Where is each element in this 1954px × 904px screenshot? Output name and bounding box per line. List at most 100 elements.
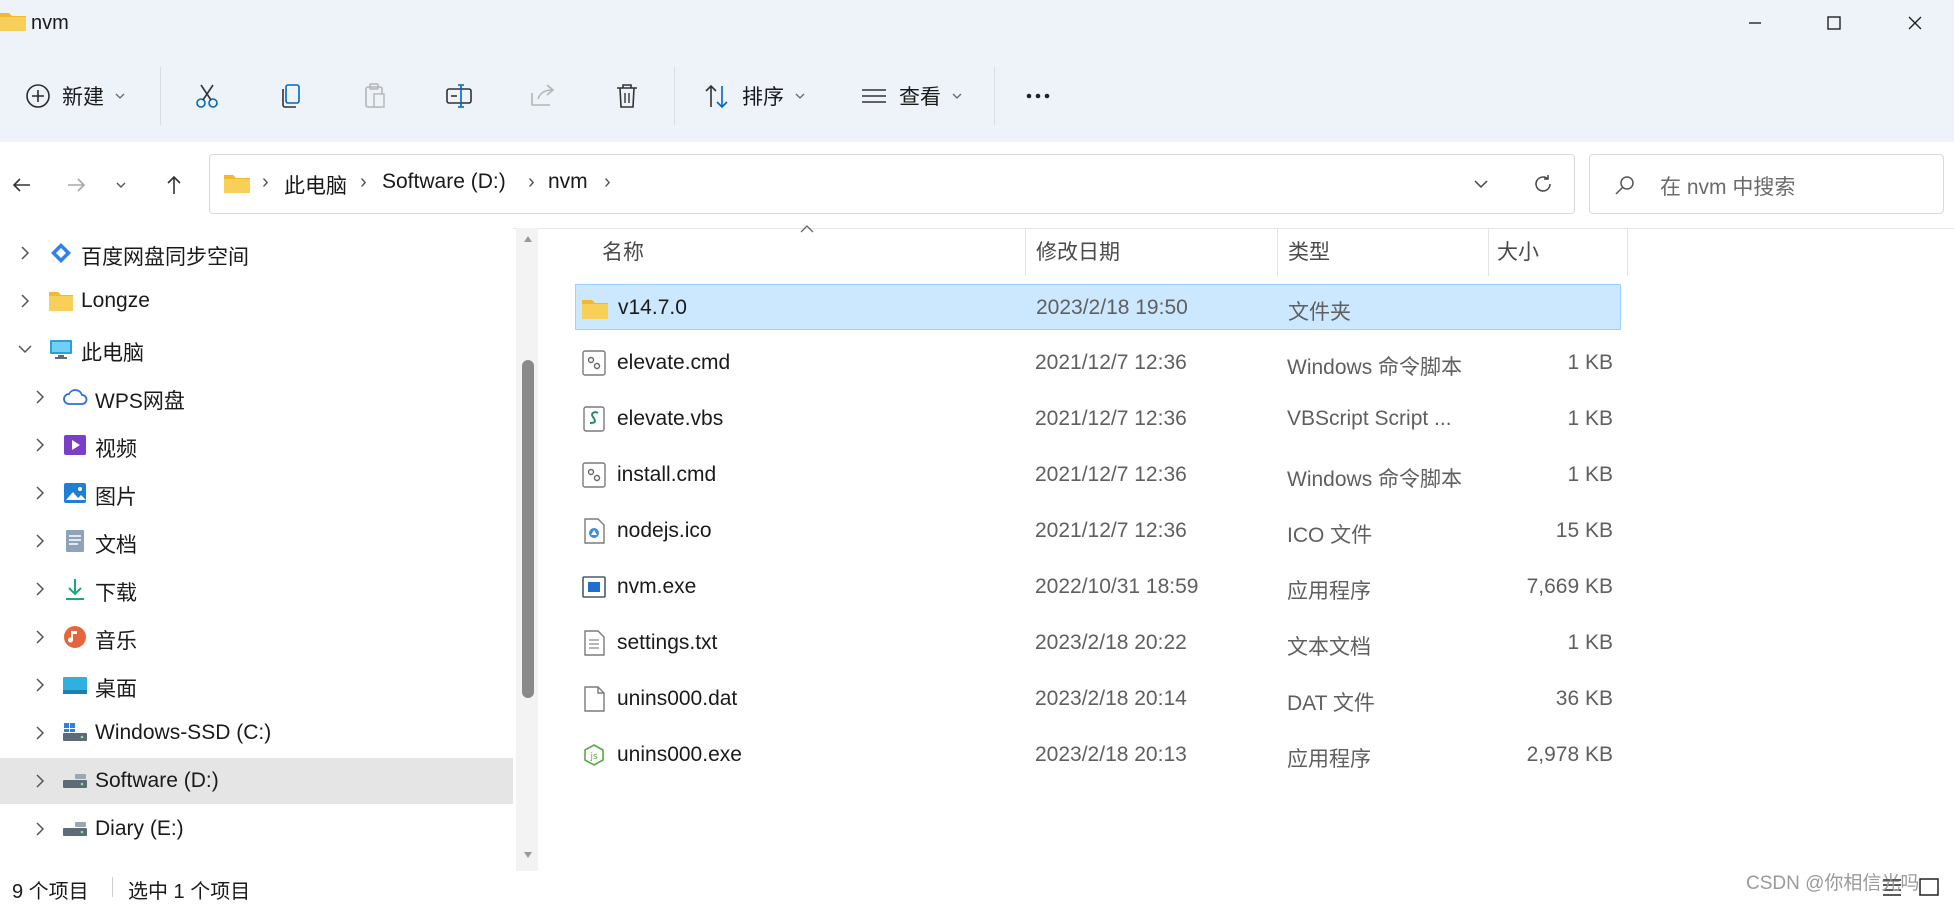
chevron-down-icon[interactable]: [15, 339, 35, 359]
paste-button[interactable]: [350, 71, 400, 121]
file-date: 2021/12/7 12:36: [1035, 351, 1187, 374]
address-history-button[interactable]: [1472, 175, 1490, 193]
tiles-view-icon: [1919, 878, 1939, 896]
sidebar-item-documents[interactable]: 文档: [0, 518, 513, 564]
chevron-right-icon[interactable]: [30, 771, 50, 791]
column-divider[interactable]: [1277, 228, 1278, 276]
sidebar-item-drive-e[interactable]: Diary (E:): [0, 806, 513, 852]
sidebar-item-label: Longze: [81, 289, 150, 312]
cut-icon: [196, 84, 218, 108]
file-name: nvm.exe: [617, 575, 697, 598]
tiles-view-button[interactable]: [1917, 875, 1941, 897]
status-bar: 9 个项目 选中 1 个项目: [0, 871, 1954, 903]
file-size: 2,978 KB: [1526, 743, 1613, 766]
search-placeholder: 在 nvm 中搜索: [1660, 176, 1796, 199]
sidebar-scrollbar-thumb[interactable]: [522, 360, 534, 698]
view-button[interactable]: 查看: [853, 71, 969, 121]
share-button[interactable]: [518, 71, 568, 121]
close-button[interactable]: [1885, 3, 1945, 43]
more-options-button[interactable]: [1013, 71, 1063, 121]
back-button[interactable]: [0, 163, 44, 207]
view-label: 查看: [899, 86, 941, 109]
chevron-right-icon[interactable]: [30, 531, 50, 551]
file-date: 2021/12/7 12:36: [1035, 519, 1187, 542]
sidebar-item-drive-d[interactable]: Software (D:): [0, 758, 513, 804]
chevron-right-icon[interactable]: [15, 291, 35, 311]
chevron-right-icon[interactable]: [15, 243, 35, 263]
sidebar-item-longze[interactable]: Longze: [0, 278, 513, 324]
column-header-name[interactable]: 名称: [602, 236, 644, 266]
chevron-right-icon[interactable]: [30, 483, 50, 503]
pictures-icon: [64, 483, 86, 503]
chevron-right-icon[interactable]: [30, 387, 50, 407]
forward-button[interactable]: [54, 163, 98, 207]
sidebar-item-downloads[interactable]: 下载: [0, 566, 513, 612]
folder-icon: [49, 292, 73, 311]
file-size: 1 KB: [1567, 407, 1613, 430]
search-box[interactable]: 在 nvm 中搜索: [1589, 154, 1944, 214]
copy-button[interactable]: [266, 71, 316, 121]
scroll-up-arrow-icon[interactable]: [524, 236, 532, 242]
file-row[interactable]: install.cmd 2021/12/7 12:36 Windows 命令脚本…: [575, 452, 1621, 498]
column-header-date[interactable]: 修改日期: [1036, 236, 1120, 266]
chevron-right-icon[interactable]: [30, 435, 50, 455]
chevron-right-icon[interactable]: [30, 723, 50, 743]
sidebar-item-this-pc[interactable]: 此电脑: [0, 326, 513, 372]
file-size: 1 KB: [1567, 351, 1613, 374]
column-divider[interactable]: [1627, 228, 1628, 276]
cmd-script-icon: [582, 350, 606, 376]
chevron-right-icon[interactable]: [30, 627, 50, 647]
file-row[interactable]: js unins000.exe 2023/2/18 20:13 应用程序 2,9…: [575, 732, 1621, 778]
sidebar-item-music[interactable]: 音乐: [0, 614, 513, 660]
file-row[interactable]: elevate.vbs 2021/12/7 12:36 VBScript Scr…: [575, 396, 1621, 442]
breadcrumb-separator: ›: [262, 171, 269, 193]
column-divider[interactable]: [1488, 228, 1489, 276]
chevron-right-icon[interactable]: [30, 819, 50, 839]
sidebar-item-videos[interactable]: 视频: [0, 422, 513, 468]
address-bar[interactable]: › 此电脑 › Software (D:) › nvm ›: [209, 154, 1575, 214]
breadcrumb-software-drive[interactable]: Software (D:): [382, 170, 506, 194]
sidebar-item-label: 视频: [95, 438, 137, 461]
scroll-down-arrow-icon[interactable]: [524, 852, 532, 858]
folder-icon: [0, 10, 26, 32]
file-name: unins000.dat: [617, 687, 738, 710]
ribbon-divider: [674, 67, 675, 125]
file-size: 1 KB: [1567, 631, 1613, 654]
sort-button[interactable]: 排序: [696, 71, 812, 121]
sidebar-item-drive-c[interactable]: Windows-SSD (C:): [0, 710, 513, 756]
column-divider[interactable]: [1025, 228, 1026, 276]
file-row[interactable]: elevate.cmd 2021/12/7 12:36 Windows 命令脚本…: [575, 340, 1621, 386]
up-button[interactable]: [152, 163, 196, 207]
desktop-icon: [63, 677, 87, 694]
file-name: install.cmd: [617, 463, 717, 486]
file-row[interactable]: nodejs.ico 2021/12/7 12:36 ICO 文件 15 KB: [575, 508, 1621, 554]
column-header-size[interactable]: 大小: [1497, 236, 1539, 266]
sidebar-item-pictures[interactable]: 图片: [0, 470, 513, 516]
new-button[interactable]: 新建: [18, 71, 132, 121]
breadcrumb-nvm[interactable]: nvm: [548, 170, 588, 194]
downloads-icon: [66, 579, 84, 600]
chevron-right-icon[interactable]: [30, 579, 50, 599]
breadcrumb-this-pc[interactable]: 此电脑: [284, 170, 347, 200]
delete-button[interactable]: [602, 71, 652, 121]
file-row[interactable]: nvm.exe 2022/10/31 18:59 应用程序 7,669 KB: [575, 564, 1621, 610]
minimize-button[interactable]: [1725, 3, 1785, 43]
file-type: ICO 文件: [1287, 524, 1373, 547]
baidu-netdisk-icon: [51, 243, 71, 263]
file-row[interactable]: v14.7.0 2023/2/18 19:50 文件夹: [575, 284, 1621, 330]
file-row[interactable]: settings.txt 2023/2/18 20:22 文本文档 1 KB: [575, 620, 1621, 666]
refresh-button[interactable]: [1532, 173, 1554, 195]
cut-button[interactable]: [182, 71, 232, 121]
sidebar-item-baidu-netdisk[interactable]: 百度网盘同步空间: [0, 230, 513, 276]
file-row[interactable]: unins000.dat 2023/2/18 20:14 DAT 文件 36 K…: [575, 676, 1621, 722]
sidebar-item-desktop[interactable]: 桌面: [0, 662, 513, 708]
file-type: 应用程序: [1287, 580, 1371, 603]
recent-locations-button[interactable]: [101, 163, 141, 207]
sidebar-item-wps-cloud[interactable]: WPS网盘: [0, 374, 513, 420]
rename-button[interactable]: [434, 71, 484, 121]
chevron-right-icon[interactable]: [30, 675, 50, 695]
column-header-type[interactable]: 类型: [1288, 236, 1330, 266]
sort-ascending-indicator-icon: [800, 224, 814, 233]
maximize-button[interactable]: [1804, 3, 1864, 43]
blank-file-icon: [584, 686, 605, 712]
